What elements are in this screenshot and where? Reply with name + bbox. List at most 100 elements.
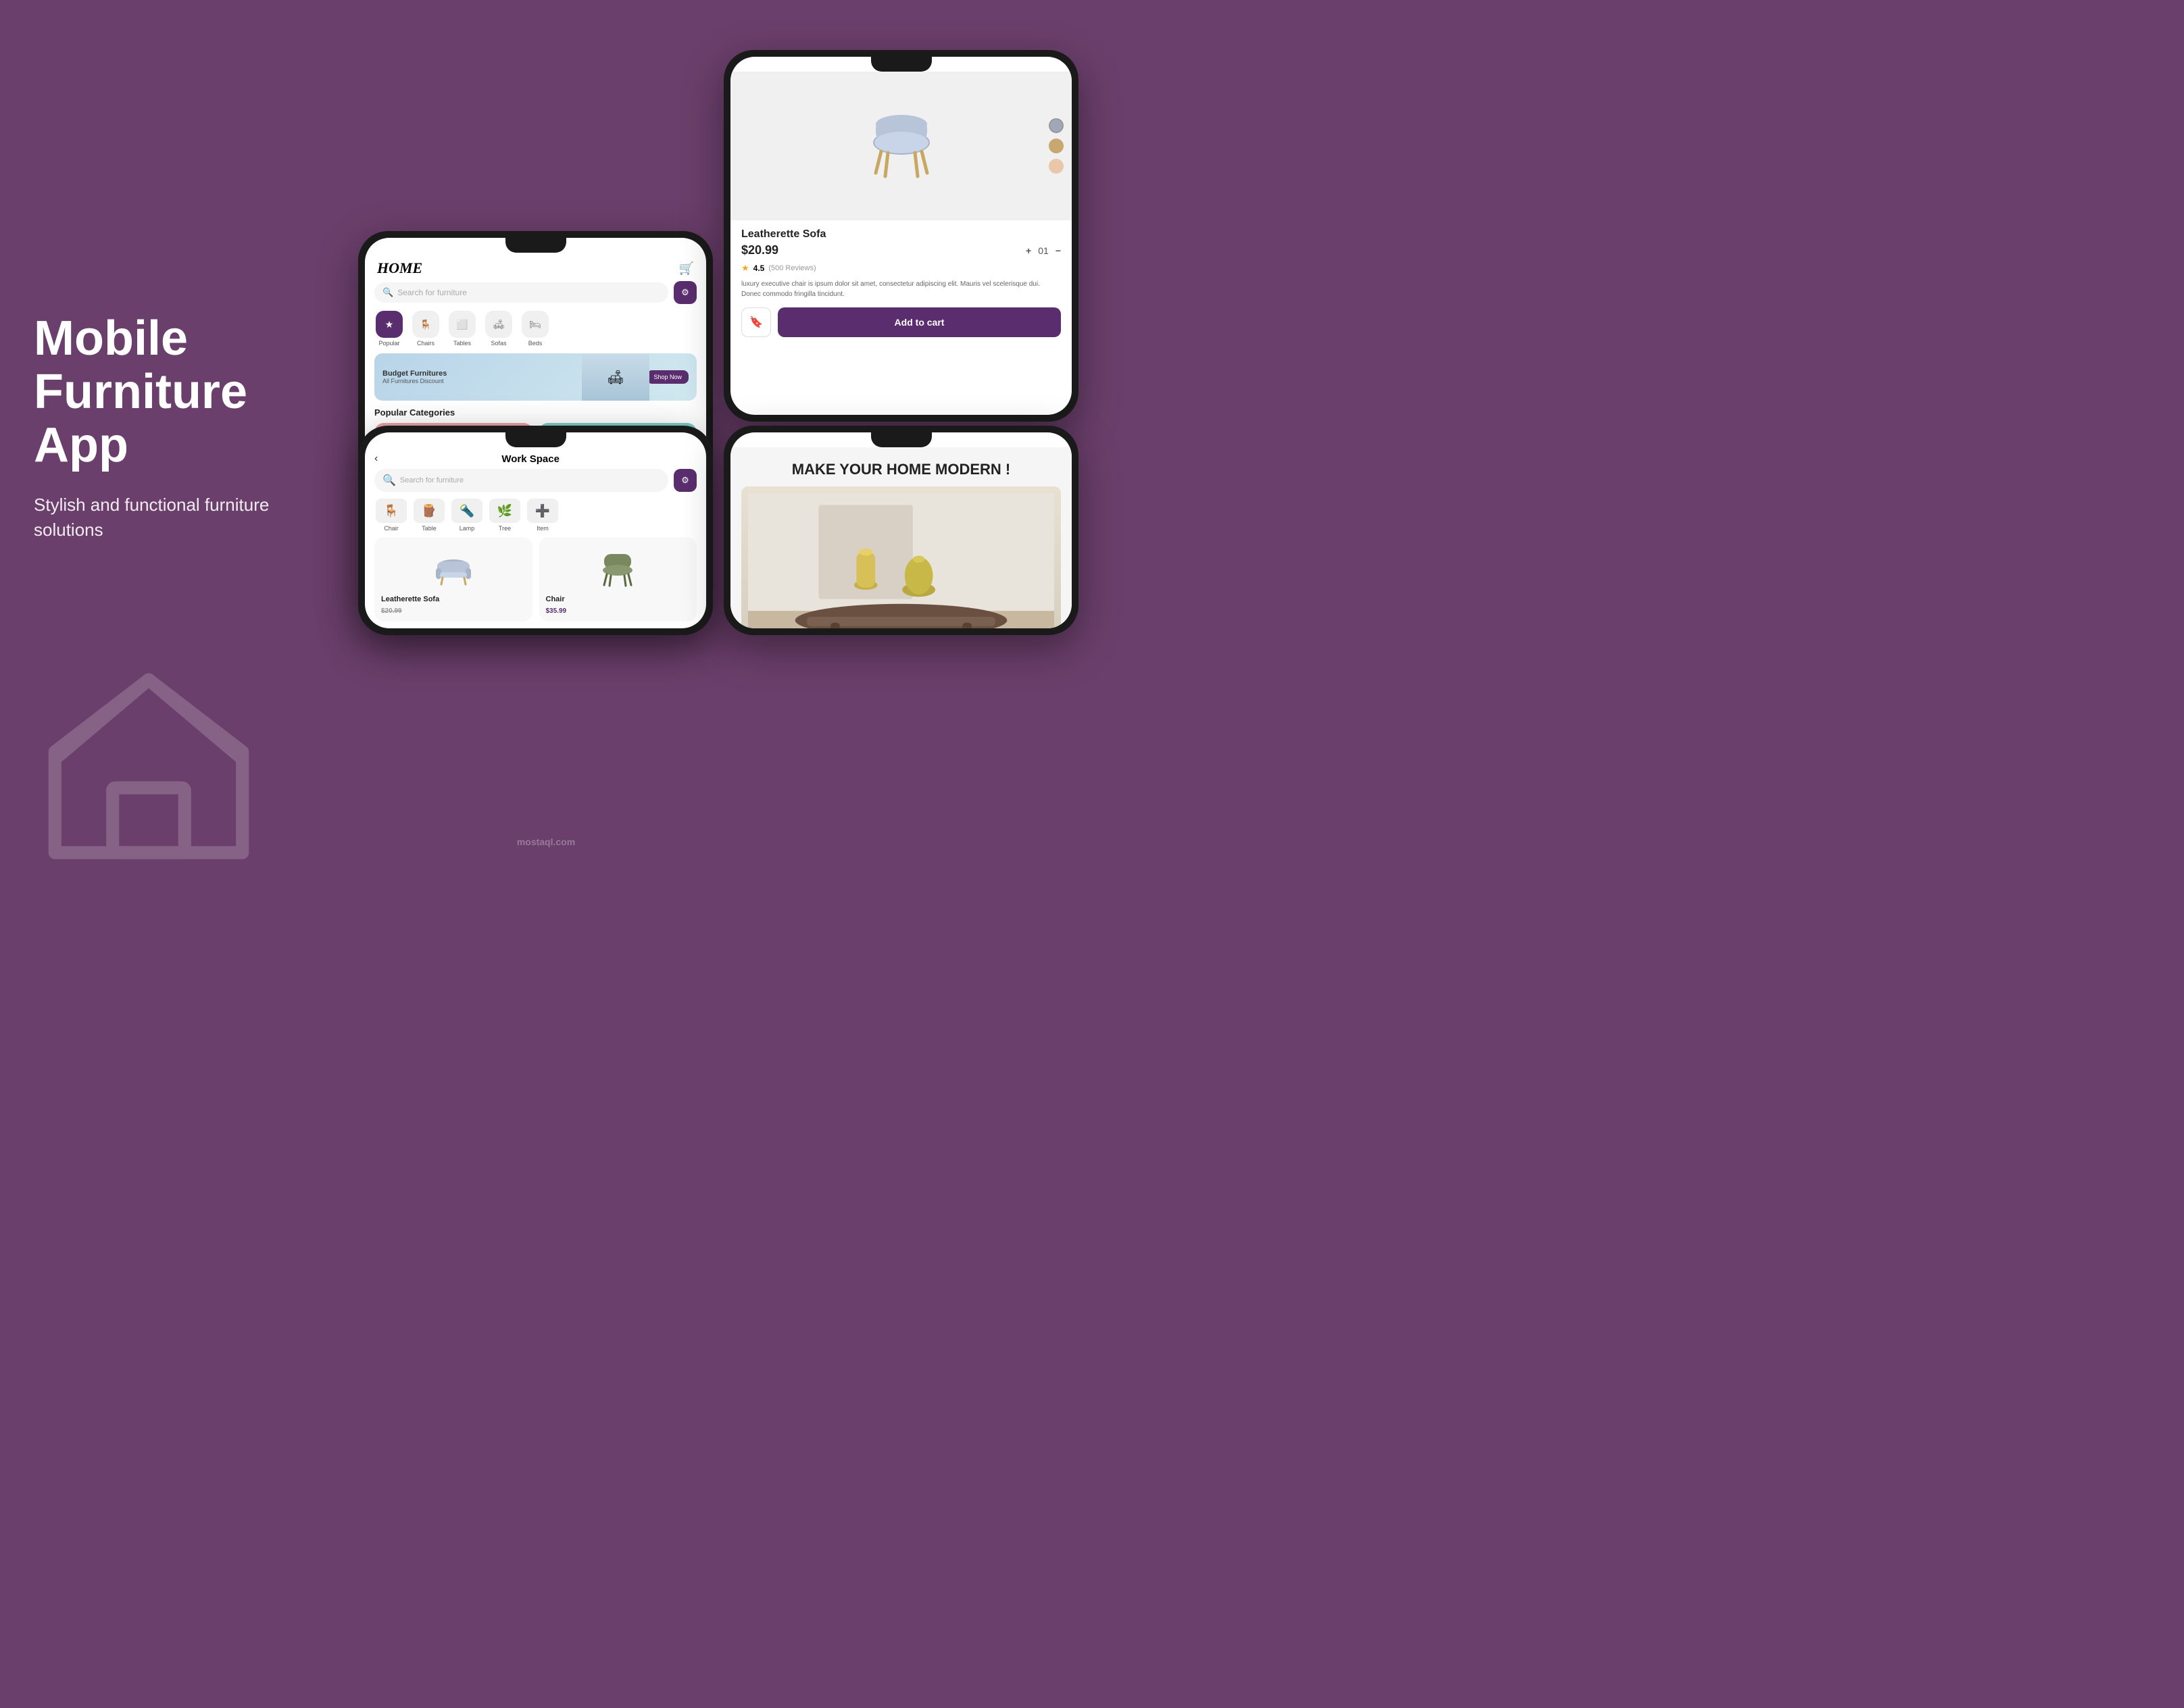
rating-value: 4.5 — [753, 263, 765, 273]
product-image-area — [730, 72, 1072, 220]
product-price: $20.99 — [741, 243, 778, 257]
star-icon: ★ — [741, 263, 749, 274]
beds-label: Beds — [528, 340, 543, 347]
category-popular[interactable]: ★ Popular — [374, 311, 404, 347]
product-card-sofa[interactable]: Leatherette Sofa $20.99 — [374, 537, 532, 622]
search-icon-workspace: 🔍 — [382, 474, 396, 487]
bg-house-icon — [41, 658, 257, 874]
quantity-control: + 01 − — [1026, 245, 1061, 256]
back-button[interactable]: ‹ — [374, 453, 378, 465]
qty-minus-btn[interactable]: − — [1056, 245, 1061, 256]
phone-workspace-notch — [505, 432, 566, 447]
sofas-label: Sofas — [491, 340, 506, 347]
lamp-filter-icon: 🔦 — [451, 499, 482, 523]
chair-product-name: Chair — [546, 595, 691, 603]
banner-image: 🛋 — [582, 353, 649, 401]
phone-detail-inner: Leatherette Sofa $20.99 + 01 − ★ 4.5 (50… — [730, 57, 1072, 415]
table-filter-icon: 🪵 — [414, 499, 445, 523]
category-chairs[interactable]: 🪑 Chairs — [411, 311, 441, 347]
phones-area: HOME 🛒 🔍 Search for furniture ⚙ ★ Popula… — [358, 0, 1092, 854]
product-card-chair[interactable]: Chair $35.99 — [539, 537, 697, 622]
color-selector — [1049, 118, 1064, 174]
category-sofas[interactable]: 🛋 Sofas — [484, 311, 514, 347]
sofa-product-name: Leatherette Sofa — [381, 595, 526, 603]
filter-button-workspace[interactable]: ⚙ — [674, 469, 697, 492]
product-name: Leatherette Sofa — [741, 228, 1061, 241]
app-title: Mobile Furniture App — [34, 312, 324, 473]
action-row: 🔖 Add to cart — [741, 307, 1061, 337]
phone-modern-inner: MAKE YOUR HOME MODERN ! — [730, 432, 1072, 628]
review-count: (500 Reviews) — [768, 264, 816, 272]
beds-icon: 🛏 — [522, 311, 549, 338]
workspace-product-row: Leatherette Sofa $20.99 — [365, 537, 706, 622]
bookmark-button[interactable]: 🔖 — [741, 307, 771, 337]
home-screen-title: HOME — [377, 259, 422, 277]
cart-icon[interactable]: 🛒 — [679, 261, 694, 276]
phone-home-notch — [505, 238, 566, 253]
furniture-filter-row: 🪑 Chair 🪵 Table 🔦 Lamp 🌿 Tree ➕ It — [365, 499, 706, 537]
category-tables[interactable]: ⬜ Tables — [447, 311, 477, 347]
popular-icon: ★ — [376, 311, 403, 338]
modern-image-area — [741, 486, 1061, 628]
app-subtitle: Stylish and functional furniture solutio… — [34, 493, 324, 542]
tables-label: Tables — [453, 340, 471, 347]
workspace-search: 🔍 Search for furniture ⚙ — [374, 469, 697, 492]
workspace-search-placeholder: Search for furniture — [400, 476, 464, 484]
more-filter-icon: ➕ — [527, 499, 558, 523]
shop-now-button[interactable]: Shop Now — [647, 370, 689, 384]
interior-svg — [748, 493, 1054, 628]
quantity-value: 01 — [1038, 245, 1049, 256]
category-row: ★ Popular 🪑 Chairs ⬜ Tables 🛋 Sofas 🛏 — [365, 311, 706, 353]
sofa-product-image — [381, 544, 526, 591]
color-dot-tan[interactable] — [1049, 139, 1064, 153]
chairs-label: Chairs — [417, 340, 435, 347]
popular-categories-title: Popular Categories — [365, 407, 706, 423]
sofa-svg — [433, 549, 474, 586]
search-input-home[interactable]: 🔍 Search for furniture — [374, 282, 668, 303]
qty-plus-btn[interactable]: + — [1026, 245, 1031, 256]
phone-modern: MAKE YOUR HOME MODERN ! — [724, 426, 1078, 635]
workspace-search-input[interactable]: 🔍 Search for furniture — [374, 469, 668, 492]
search-bar: 🔍 Search for furniture ⚙ — [374, 281, 697, 304]
modern-headline: MAKE YOUR HOME MODERN ! — [792, 461, 1011, 478]
filter-tree[interactable]: 🌿 Tree — [488, 499, 522, 532]
tree-filter-icon: 🌿 — [489, 499, 520, 523]
sofas-icon: 🛋 — [485, 311, 512, 338]
product-description: luxury executive chair is ipsum dolor si… — [741, 279, 1061, 299]
price-row: $20.99 + 01 − — [741, 243, 1061, 257]
modern-content: MAKE YOUR HOME MODERN ! — [730, 447, 1072, 628]
banner-subtitle: All Furnitures Discount — [382, 378, 447, 384]
filter-chair[interactable]: 🪑 Chair — [374, 499, 408, 532]
sofa-product-price: $20.99 — [381, 607, 526, 615]
banner-title: Budget Furnitures — [382, 370, 447, 378]
chairs-icon: 🪑 — [412, 311, 439, 338]
tables-icon: ⬜ — [449, 311, 476, 338]
lamp-filter-label: Lamp — [460, 525, 475, 532]
workspace-header: ‹ Work Space — [365, 447, 706, 469]
workspace-chair-svg — [597, 547, 638, 588]
add-to-cart-button[interactable]: Add to cart — [778, 307, 1061, 337]
more-filter-label: Item — [537, 525, 549, 532]
color-dot-gray[interactable] — [1049, 118, 1064, 133]
promo-banner[interactable]: Budget Furnitures All Furnitures Discoun… — [374, 353, 697, 401]
filter-table[interactable]: 🪵 Table — [412, 499, 446, 532]
phone-modern-notch — [871, 432, 932, 447]
phone-workspace-inner: ‹ Work Space 🔍 Search for furniture ⚙ 🪑 … — [365, 432, 706, 628]
category-beds[interactable]: 🛏 Beds — [520, 311, 550, 347]
filter-more[interactable]: ➕ Item — [526, 499, 560, 532]
left-panel: Mobile Furniture App Stylish and functio… — [0, 272, 358, 582]
banner-text: Budget Furnitures All Furnitures Discoun… — [382, 370, 447, 384]
filter-button-home[interactable]: ⚙ — [674, 281, 697, 304]
phone-detail-notch — [871, 57, 932, 72]
stars-row: ★ 4.5 (500 Reviews) — [741, 263, 1061, 274]
phone-detail: Leatherette Sofa $20.99 + 01 − ★ 4.5 (50… — [724, 50, 1078, 422]
watermark: mostaql.com — [517, 836, 575, 847]
filter-lamp[interactable]: 🔦 Lamp — [450, 499, 484, 532]
color-dot-beige[interactable] — [1049, 159, 1064, 174]
table-filter-label: Table — [422, 525, 437, 532]
chair-svg — [861, 105, 942, 186]
phone-workspace: ‹ Work Space 🔍 Search for furniture ⚙ 🪑 … — [358, 426, 713, 635]
chair-filter-icon: 🪑 — [376, 499, 407, 523]
search-placeholder-home: Search for furniture — [397, 288, 467, 297]
search-icon-home: 🔍 — [382, 287, 393, 298]
